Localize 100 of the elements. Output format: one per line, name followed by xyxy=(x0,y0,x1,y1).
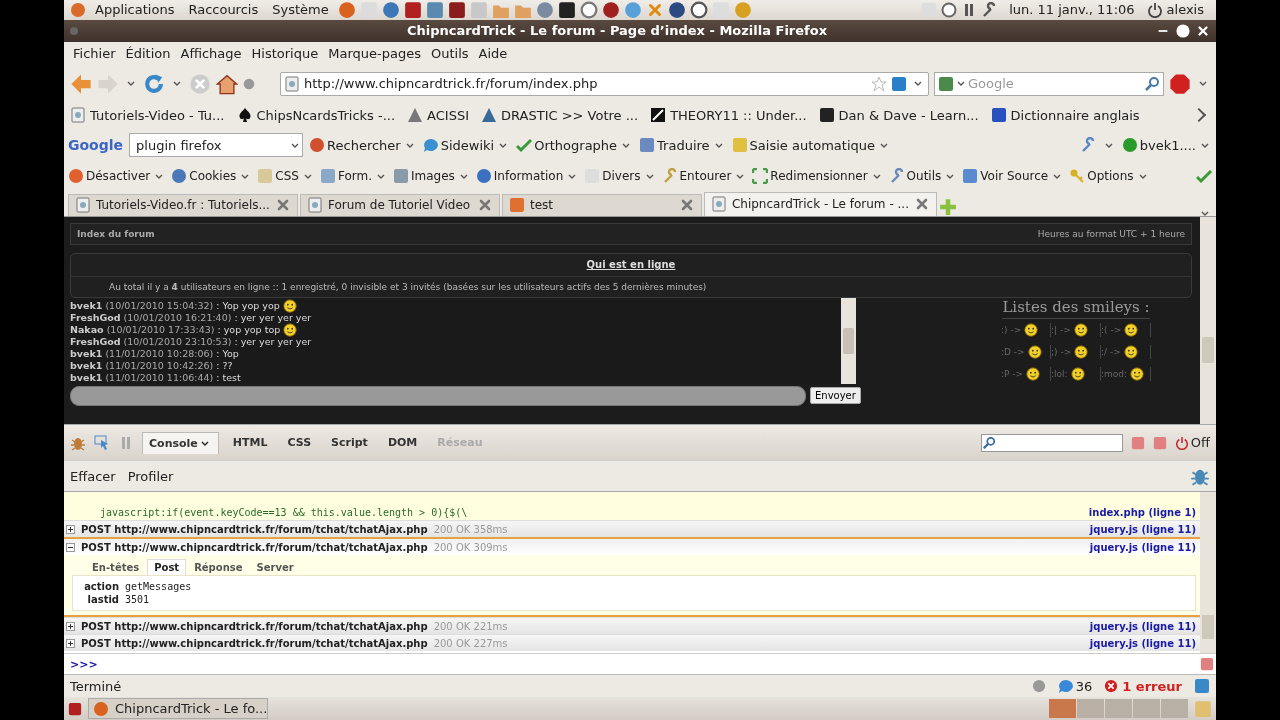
param-name: action xyxy=(83,581,119,593)
smiley-code: :P -> xyxy=(1001,368,1024,379)
bookmark[interactable]: Dictionnaire anglais xyxy=(990,107,1140,124)
menu-item[interactable]: Édition xyxy=(120,46,176,62)
bookmark[interactable]: DRASTIC >> Votre ... xyxy=(481,107,639,124)
toolbar-button[interactable]: Traduire xyxy=(639,137,726,154)
bookmark[interactable]: Tutoriels-Video - Tu... xyxy=(70,107,225,124)
chat-user: bvek1 xyxy=(70,372,103,384)
menu-item[interactable]: Fichier xyxy=(68,46,121,62)
chat-message: : yer yer yer yer xyxy=(234,336,312,348)
panel-tab[interactable]: DOM xyxy=(381,432,424,453)
toolbar-button[interactable]: Sidewiki xyxy=(422,137,511,154)
toolbar-button[interactable]: CSS xyxy=(257,168,315,184)
toolbar-button[interactable]: Effacer xyxy=(70,468,116,484)
chat-time: (10/01/2010 23:10:53) xyxy=(123,336,232,348)
response-status: 200 OK 221ms xyxy=(433,620,508,632)
source-link[interactable]: jquery.js (ligne 11) xyxy=(1089,541,1196,553)
toolbar-button[interactable]: Options xyxy=(1069,168,1150,184)
toolbar-button[interactable]: Profiler xyxy=(127,468,174,484)
toolbar-button[interactable]: Form. xyxy=(319,168,388,184)
send-button[interactable]: Envoyer xyxy=(810,387,861,405)
chat-time: (10/01/2010 16:21:40) xyxy=(123,312,232,324)
status-text: Terminé xyxy=(70,678,122,694)
off-button[interactable]: Off xyxy=(1174,435,1210,450)
online-summary: Au total il y a 4 utilisateurs en ligne :: 1 enregistré, 0 invisible et 3 invités (basées sur les utilisateurs actifs des 5 dernières minutes) xyxy=(109,281,707,292)
smiley-code: :| -> xyxy=(1051,324,1071,335)
toolbar-button[interactable]: Désactiver xyxy=(68,168,167,184)
chat-time: (11/01/2010 10:28:06) xyxy=(105,348,214,360)
chat-message: : ?? xyxy=(216,360,233,372)
menu-item[interactable]: Historique xyxy=(246,46,324,62)
request-url: POST http://www.chipncardtrick.fr/forum/tchat/tchatAjax.php xyxy=(81,637,428,649)
source-link[interactable]: jquery.js (ligne 11) xyxy=(1089,620,1196,632)
toolbar-button[interactable]: Redimensionner xyxy=(752,168,884,184)
menu-item[interactable]: Aide xyxy=(473,46,513,62)
toolbar-button[interactable]: Rechercher xyxy=(309,137,417,154)
chat-message: : yer yer yer yer xyxy=(234,312,312,324)
request-row[interactable]: POST http://www.chipncardtrick.fr/forum/tchat/tchatAjax.php 200 OK 358ms jquery.js (ligne 11) xyxy=(64,520,1200,538)
source-link[interactable]: index.php (ligne 1) xyxy=(1088,507,1196,519)
panel-tab[interactable]: Script xyxy=(325,432,374,453)
bookmark[interactable]: Dan & Dave - Learn... xyxy=(818,107,979,124)
detail-tab[interactable]: Server xyxy=(250,560,300,576)
chat-user: FreshGod xyxy=(70,336,121,348)
toolbar-button[interactable]: Entourer xyxy=(661,168,748,184)
menu-item[interactable]: Marque-pages xyxy=(323,46,426,62)
source-link[interactable]: jquery.js (ligne 11) xyxy=(1089,523,1196,535)
request-url: POST http://www.chipncardtrick.fr/forum/tchat/tchatAjax.php xyxy=(81,541,428,553)
browser-tab[interactable]: test xyxy=(501,193,702,216)
smiley-code: :D -> xyxy=(1001,346,1025,357)
message-count[interactable]: 36 xyxy=(1057,678,1093,695)
bookmark[interactable]: ACISSI xyxy=(407,107,470,124)
account-button[interactable]: bvek1.... xyxy=(1121,137,1212,154)
request-row[interactable]: POST http://www.chipncardtrick.fr/forum/tchat/tchatAjax.php 200 OK 309ms jquery.js (ligne 11) xyxy=(64,537,1200,556)
request-url: POST http://www.chipncardtrick.fr/forum/tchat/tchatAjax.php xyxy=(81,523,428,535)
detail-tab[interactable]: Réponse xyxy=(188,560,249,576)
chat-message: : test xyxy=(216,372,241,384)
toolbar-button[interactable]: Cookies xyxy=(171,168,253,184)
request-row[interactable]: POST http://www.chipncardtrick.fr/forum/tchat/tchatAjax.php 200 OK 221ms jquery.js (ligne 11) xyxy=(64,617,1200,635)
smiley-code: :( -> xyxy=(1101,324,1122,335)
url-text: http://www.chipncardtrick.fr/forum/index.php xyxy=(304,76,598,91)
panel-tab[interactable]: Console xyxy=(142,431,219,454)
browser-tab[interactable]: ChipncardTrick - Le forum - ... xyxy=(703,191,937,216)
user-name[interactable]: alexis xyxy=(1166,2,1204,18)
toolbar-button[interactable]: Saisie automatique xyxy=(731,137,892,154)
panel-menu[interactable]: Raccourcis xyxy=(183,2,264,18)
bookmark[interactable]: THEORY11 :: Under... xyxy=(650,107,807,124)
section-title[interactable]: Qui est en ligne xyxy=(586,259,676,271)
browser-tab[interactable]: Tutoriels-Video.fr : Tutoriels... xyxy=(68,193,298,216)
address-bar[interactable]: http://www.chipncardtrick.fr/forum/index.php xyxy=(280,71,929,96)
chat-user: bvek1 xyxy=(70,300,103,312)
breadcrumb-link[interactable]: Index du forum xyxy=(77,228,155,239)
search-field[interactable]: plugin firefox xyxy=(129,133,304,158)
chat-time: (11/01/2010 10:42:26) xyxy=(105,360,214,372)
detail-tab[interactable]: En-têtes xyxy=(86,560,146,576)
menu-item[interactable]: Affichage xyxy=(175,46,247,62)
menu-item[interactable]: Outils xyxy=(425,46,474,62)
toolbar-button[interactable]: Divers xyxy=(584,168,657,184)
toolbar-button[interactable]: Outils xyxy=(888,168,958,184)
toolbar-button[interactable]: Images xyxy=(392,168,471,184)
smiley-code: :/ -> xyxy=(1101,346,1121,357)
detail-tab[interactable]: Post xyxy=(147,559,187,576)
chat-message: : yop yop top xyxy=(217,324,281,336)
panel-menu[interactable]: Système xyxy=(267,2,334,18)
request-row[interactable]: POST http://www.chipncardtrick.fr/forum/tchat/tchatAjax.php 200 OK 227ms jquery.js (ligne 11) xyxy=(64,634,1200,652)
taskbar-button[interactable]: ChipncardTrick - Le fo... xyxy=(88,698,268,720)
source-link[interactable]: jquery.js (ligne 11) xyxy=(1089,637,1196,649)
chat-user: bvek1 xyxy=(70,348,103,360)
toolbar-button[interactable]: Voir Source xyxy=(962,168,1065,184)
toolbar-button[interactable]: Information xyxy=(475,168,580,184)
param-value: getMessages xyxy=(125,581,192,593)
command-prompt[interactable]: >>> xyxy=(70,657,98,671)
toolbar-button[interactable]: Orthographe xyxy=(516,137,634,154)
search-query: plugin firefox xyxy=(136,137,222,153)
panel-tab[interactable]: CSS xyxy=(281,432,318,453)
chat-time: (11/01/2010 11:06:44) xyxy=(105,372,214,384)
clock[interactable]: lun. 11 janv., 11:06 xyxy=(1009,2,1135,18)
panel-tab[interactable]: HTML xyxy=(226,432,274,453)
error-count[interactable]: 1 erreur xyxy=(1104,678,1182,694)
panel-menu[interactable]: Applications xyxy=(90,2,180,18)
browser-tab[interactable]: Forum de Tutoriel Video xyxy=(299,193,500,216)
bookmark[interactable]: ChipsNcardsTricks -... xyxy=(236,107,396,124)
